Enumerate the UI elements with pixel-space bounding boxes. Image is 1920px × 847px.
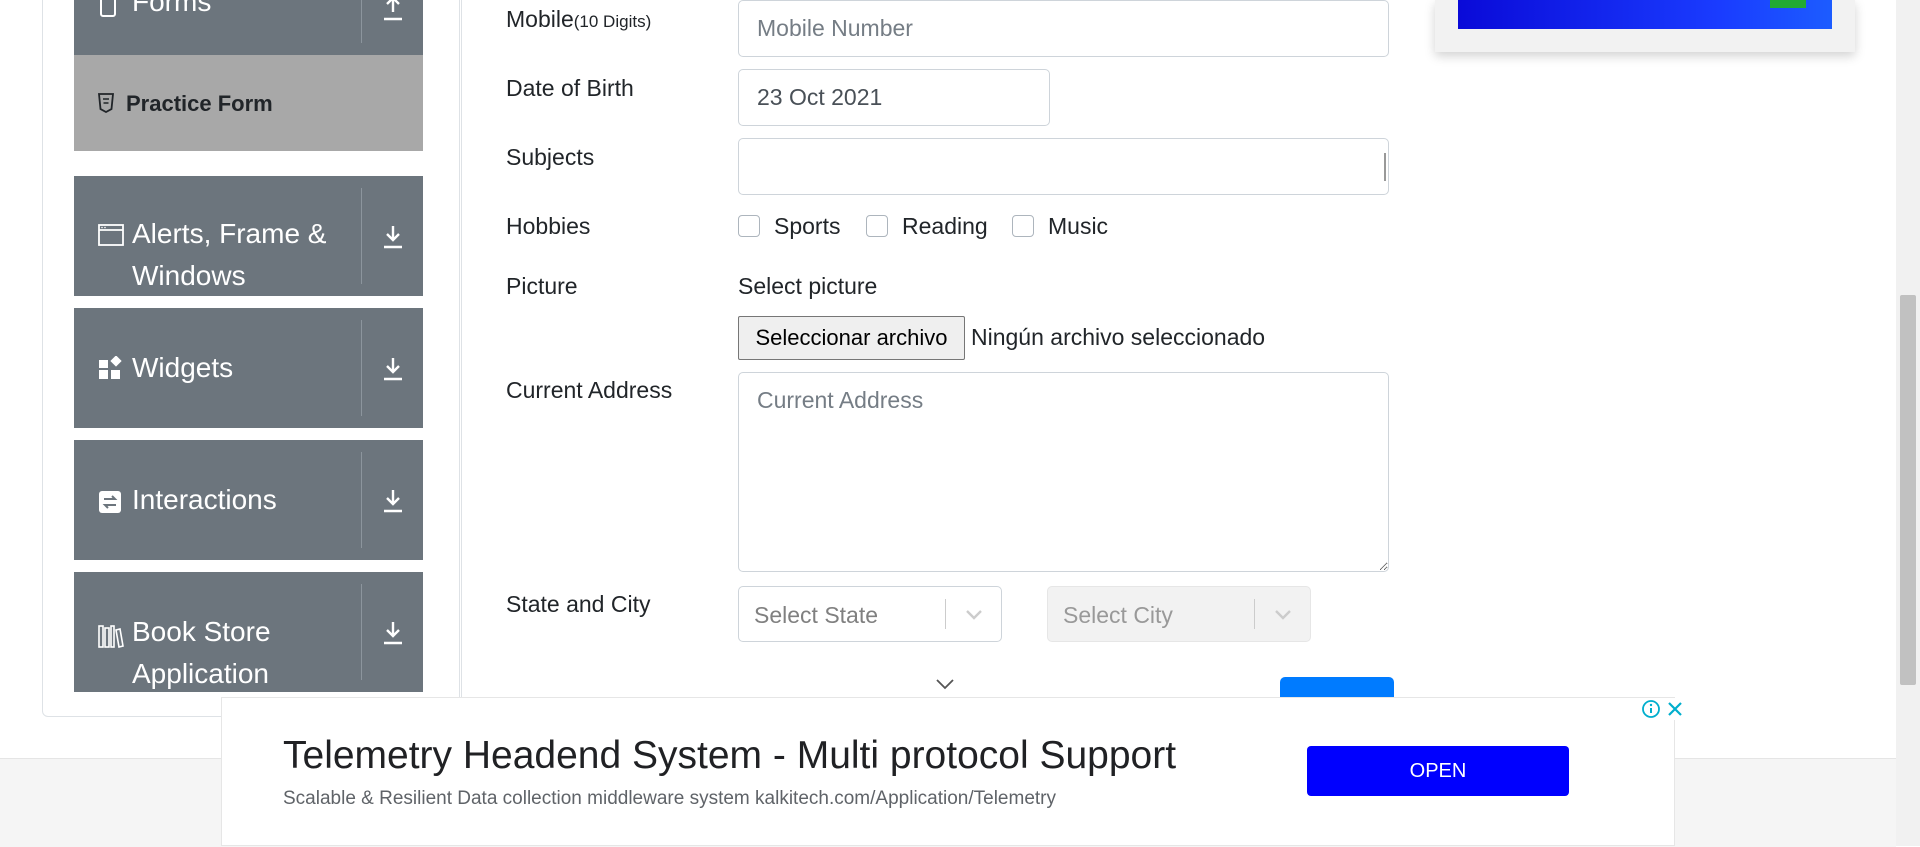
sidebar-group-label: Forms xyxy=(132,0,212,17)
interactions-icon xyxy=(98,490,122,514)
sidebar-group-label: Book Store xyxy=(132,616,271,647)
picture-label: Picture xyxy=(506,273,578,299)
sidebar-group-label-line2: Application xyxy=(132,658,269,689)
header-separator xyxy=(361,0,362,43)
ad-open-button[interactable]: OPEN xyxy=(1307,746,1569,796)
sidebar-group-forms[interactable]: Forms xyxy=(74,0,423,55)
sidebar-group-label: Interactions xyxy=(132,484,277,515)
form-icon xyxy=(98,0,122,18)
sidebar-group-label-line2: Windows xyxy=(132,260,246,291)
chevron-down-icon[interactable] xyxy=(963,603,985,625)
mobile-number-input[interactable] xyxy=(738,0,1389,57)
ad-info-icon[interactable] xyxy=(1640,698,1662,720)
mobile-label: Mobile(10 Digits) xyxy=(506,6,651,33)
sidebar-group-interactions[interactable]: Interactions xyxy=(74,440,423,560)
sidebar-item-label: Practice Form xyxy=(126,91,273,116)
html5-icon xyxy=(98,93,114,114)
state-city-label: State and City xyxy=(506,591,651,617)
chevron-down-icon[interactable] xyxy=(934,677,956,691)
mobile-label-text: Mobile xyxy=(506,6,574,32)
header-separator xyxy=(361,320,362,416)
date-of-birth-input[interactable] xyxy=(738,69,1050,126)
city-select[interactable]: Select City xyxy=(1047,586,1311,642)
ad-close-icon[interactable] xyxy=(1664,698,1686,720)
select-picture-label: Select picture xyxy=(738,273,878,299)
top-ad-badge xyxy=(1770,0,1806,8)
header-separator xyxy=(361,584,362,680)
current-address-textarea[interactable] xyxy=(738,372,1389,572)
choose-file-button[interactable]: Seleccionar archivo xyxy=(738,316,965,360)
current-address-label: Current Address xyxy=(506,377,673,403)
download-icon[interactable] xyxy=(375,482,411,518)
upload-icon[interactable] xyxy=(375,0,411,26)
hobby-music-checkbox[interactable] xyxy=(1012,215,1034,237)
hobby-reading-checkbox[interactable] xyxy=(866,215,888,237)
subjects-label: Subjects xyxy=(506,144,595,170)
download-icon[interactable] xyxy=(375,218,411,254)
state-select[interactable]: Select State xyxy=(738,586,1002,642)
state-placeholder: Select State xyxy=(754,602,879,628)
mobile-digits-hint: (10 Digits) xyxy=(573,12,652,31)
file-status-text: Ningún archivo seleccionado xyxy=(971,324,1266,350)
window-icon xyxy=(98,224,124,248)
subjects-caret xyxy=(1384,153,1386,181)
sidebar-group-widgets[interactable]: Widgets xyxy=(74,308,423,428)
header-separator xyxy=(361,452,362,548)
city-placeholder: Select City xyxy=(1063,602,1173,628)
dob-label: Date of Birth xyxy=(506,75,634,101)
sidebar-divider xyxy=(459,0,460,700)
subjects-input[interactable] xyxy=(738,138,1389,195)
sidebar-group-alerts[interactable]: Alerts, Frame & Windows xyxy=(74,176,423,296)
ad-title[interactable]: Telemetry Headend System - Multi protoco… xyxy=(283,734,1176,778)
widgets-icon xyxy=(98,355,122,380)
download-icon[interactable] xyxy=(375,614,411,650)
hobby-reading-label[interactable]: Reading xyxy=(902,213,988,240)
sidebar-item-practice-form[interactable]: Practice Form xyxy=(74,55,423,151)
sidebar-group-label: Widgets xyxy=(132,352,234,383)
download-icon[interactable] xyxy=(375,350,411,386)
chevron-down-icon xyxy=(1272,603,1294,625)
ad-subtitle[interactable]: Scalable & Resilient Data collection mid… xyxy=(283,788,1056,810)
hobby-sports-label[interactable]: Sports xyxy=(774,213,840,240)
hobbies-label: Hobbies xyxy=(506,213,591,239)
page-scrollbar-thumb[interactable] xyxy=(1900,295,1916,685)
top-ad-card xyxy=(1435,0,1855,52)
sidebar-group-book-store[interactable]: Book Store Application xyxy=(74,572,423,692)
book-store-icon xyxy=(98,624,124,648)
ad-banner[interactable]: Telemetry Headend System - Multi protoco… xyxy=(221,697,1686,846)
select-separator xyxy=(945,599,946,629)
hobby-sports-checkbox[interactable] xyxy=(738,215,760,237)
hobby-music-label[interactable]: Music xyxy=(1048,213,1108,240)
header-separator xyxy=(361,188,362,284)
submit-button[interactable] xyxy=(1280,677,1394,699)
select-separator xyxy=(1254,599,1255,629)
sidebar-group-label: Alerts, Frame & xyxy=(132,218,327,249)
